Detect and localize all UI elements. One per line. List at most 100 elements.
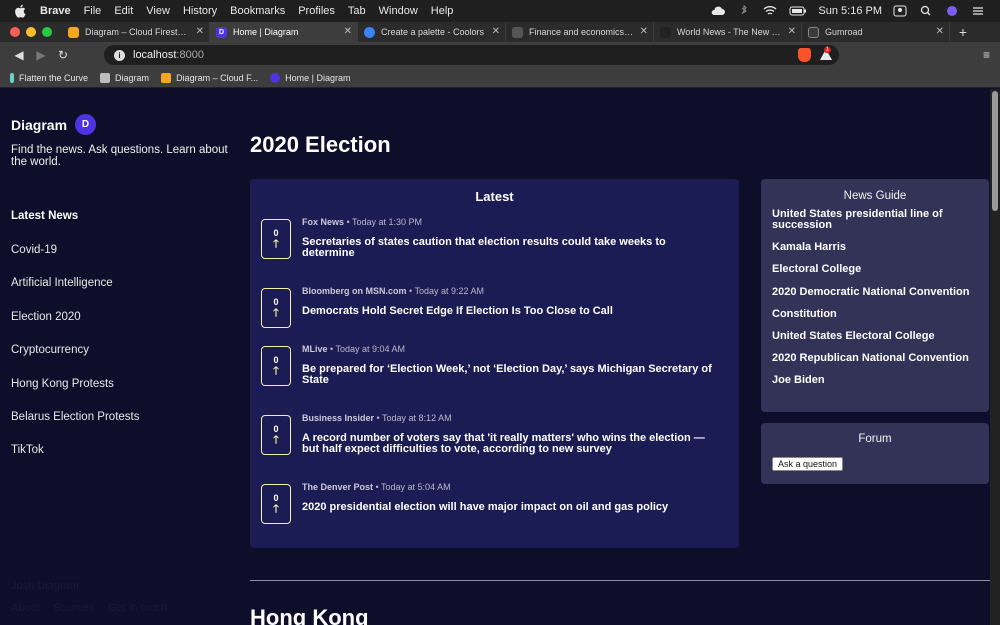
diagram-d-icon: D bbox=[216, 26, 227, 38]
bookmark-flatten-curve[interactable]: Flatten the Curve bbox=[10, 72, 88, 83]
menu-app-brave[interactable]: Brave bbox=[40, 5, 71, 17]
tab-firestore[interactable]: Diagram – Cloud Firestore – ✕ bbox=[62, 22, 210, 42]
forward-arrow-icon[interactable]: ▶ bbox=[30, 48, 52, 62]
tab-nyt[interactable]: World News - The New York ✕ bbox=[654, 22, 802, 42]
guide-item[interactable]: 2020 Republican National Convention bbox=[772, 353, 978, 364]
address-bar[interactable]: i localhost:8000 1 bbox=[104, 45, 839, 65]
article-title[interactable]: Secretaries of states caution that elect… bbox=[302, 237, 712, 259]
latest-card: Latest 0 🡑 Fox News • Today at 1:30 PM Se… bbox=[250, 179, 739, 548]
footer-link-about[interactable]: About bbox=[11, 602, 40, 614]
tab-coolors[interactable]: Create a palette - Coolors ✕ bbox=[358, 22, 506, 42]
upvote-button[interactable]: 0 🡑 bbox=[261, 219, 291, 259]
wifi-icon[interactable] bbox=[762, 5, 778, 17]
guide-item[interactable]: Kamala Harris bbox=[772, 242, 978, 253]
new-tab-button[interactable]: + bbox=[950, 24, 976, 40]
tab-gumroad[interactable]: Gumroad ✕ bbox=[802, 22, 950, 42]
menu-window[interactable]: Window bbox=[379, 5, 418, 17]
apple-icon[interactable] bbox=[14, 4, 26, 18]
menu-help[interactable]: Help bbox=[431, 5, 454, 17]
siri-icon[interactable] bbox=[944, 5, 960, 17]
article-title[interactable]: A record number of voters say that 'it r… bbox=[302, 433, 712, 455]
sidebar-item-belarus[interactable]: Belarus Election Protests bbox=[11, 411, 139, 444]
upvote-button[interactable]: 0 🡑 bbox=[261, 415, 291, 455]
article-source[interactable]: Business Insider bbox=[302, 413, 374, 423]
page-scrollbar[interactable] bbox=[990, 89, 1000, 625]
tagline: Find the news. Ask questions. Learn abou… bbox=[11, 144, 228, 168]
footer-link-sources[interactable]: Sources bbox=[54, 602, 94, 614]
tab-title: Home | Diagram bbox=[233, 27, 299, 37]
article-source[interactable]: MLive bbox=[302, 344, 328, 354]
zoom-window-button[interactable] bbox=[42, 27, 52, 37]
menubar-clock[interactable]: Sun 5:16 PM bbox=[818, 5, 882, 17]
guide-item[interactable]: Constitution bbox=[772, 308, 978, 320]
sidebar-item-election[interactable]: Election 2020 bbox=[11, 311, 139, 344]
ask-question-button[interactable]: Ask a question bbox=[772, 457, 844, 471]
article-source[interactable]: The Denver Post bbox=[302, 482, 373, 492]
sidebar-item-tiktok[interactable]: TikTok bbox=[11, 444, 139, 477]
notification-center-icon[interactable] bbox=[970, 5, 986, 17]
battery-icon[interactable] bbox=[788, 5, 808, 17]
user-switch-icon[interactable] bbox=[892, 5, 908, 17]
bookmark-home-diagram[interactable]: Home | Diagram bbox=[270, 72, 350, 83]
brave-rewards-icon[interactable]: 1 bbox=[819, 47, 833, 61]
reload-icon[interactable]: ↻ bbox=[52, 48, 74, 62]
minimize-window-button[interactable] bbox=[26, 27, 36, 37]
sidebar-item-covid[interactable]: Covid-19 bbox=[11, 244, 139, 277]
tab-home-diagram[interactable]: D Home | Diagram ✕ bbox=[210, 22, 358, 42]
menu-edit[interactable]: Edit bbox=[114, 5, 133, 17]
bookmark-firestore[interactable]: Diagram – Cloud F... bbox=[161, 72, 259, 83]
brand[interactable]: Diagram D bbox=[11, 114, 97, 135]
menu-tab[interactable]: Tab bbox=[348, 5, 366, 17]
upvote-button[interactable]: 0 🡑 bbox=[261, 484, 291, 524]
article-meta: Fox News • Today at 1:30 PM bbox=[302, 217, 423, 227]
guide-item[interactable]: United States presidential line of succe… bbox=[772, 209, 978, 231]
close-tab-icon[interactable]: ✕ bbox=[640, 26, 648, 37]
tab-title: World News - The New York bbox=[677, 27, 783, 37]
close-tab-icon[interactable]: ✕ bbox=[936, 26, 944, 37]
sidebar-item-ai[interactable]: Artificial Intelligence bbox=[11, 277, 139, 310]
menu-history[interactable]: History bbox=[183, 5, 217, 17]
back-arrow-icon[interactable]: ◀ bbox=[8, 48, 30, 62]
menu-view[interactable]: View bbox=[146, 5, 170, 17]
menu-file[interactable]: File bbox=[84, 5, 102, 17]
menu-profiles[interactable]: Profiles bbox=[298, 5, 335, 17]
bookmark-diagram-folder[interactable]: Diagram bbox=[100, 72, 149, 83]
article-title[interactable]: Be prepared for ‘Election Week,’ not ‘El… bbox=[302, 364, 712, 386]
close-tab-icon[interactable]: ✕ bbox=[344, 26, 352, 37]
close-tab-icon[interactable]: ✕ bbox=[196, 26, 204, 37]
bluetooth-icon[interactable] bbox=[736, 5, 752, 17]
tab-title: Gumroad bbox=[825, 27, 863, 37]
bookmark-label: Diagram – Cloud F... bbox=[176, 72, 259, 83]
scrollbar-thumb[interactable] bbox=[992, 91, 998, 211]
article-title[interactable]: 2020 presidential election will have maj… bbox=[302, 502, 712, 513]
article-time: Today at 8:12 AM bbox=[382, 413, 452, 423]
footer-link-contact[interactable]: Get in touch bbox=[108, 602, 167, 614]
brand-logo[interactable]: D bbox=[75, 114, 97, 135]
article-source[interactable]: Fox News bbox=[302, 217, 344, 227]
brand-name[interactable]: Diagram bbox=[11, 117, 67, 133]
close-tab-icon[interactable]: ✕ bbox=[492, 26, 500, 37]
close-window-button[interactable] bbox=[10, 27, 20, 37]
close-tab-icon[interactable]: ✕ bbox=[788, 26, 796, 37]
menu-bookmarks[interactable]: Bookmarks bbox=[230, 5, 285, 17]
topic-list: Covid-19 Artificial Intelligence Electio… bbox=[11, 244, 139, 478]
brave-shields-icon[interactable] bbox=[798, 48, 811, 62]
macos-menu-bar: Brave File Edit View History Bookmarks P… bbox=[0, 0, 1000, 22]
browser-menu-icon[interactable]: ≡ bbox=[983, 48, 990, 62]
upvote-button[interactable]: 0 🡑 bbox=[261, 346, 291, 386]
guide-item[interactable]: Electoral College bbox=[772, 264, 978, 275]
cloud-icon[interactable] bbox=[710, 5, 726, 17]
article-time: Today at 1:30 PM bbox=[352, 217, 423, 227]
sidebar-item-crypto[interactable]: Cryptocurrency bbox=[11, 344, 139, 377]
guide-item[interactable]: Joe Biden bbox=[772, 375, 978, 386]
upvote-button[interactable]: 0 🡑 bbox=[261, 288, 291, 328]
tab-qz[interactable]: Finance and economics — Q ✕ bbox=[506, 22, 654, 42]
article-source[interactable]: Bloomberg on MSN.com bbox=[302, 286, 407, 296]
spotlight-search-icon[interactable] bbox=[918, 5, 934, 17]
article-title[interactable]: Democrats Hold Secret Edge If Election I… bbox=[302, 306, 712, 317]
guide-item[interactable]: United States Electoral College bbox=[772, 330, 978, 342]
news-guide-card: News Guide United States presidential li… bbox=[761, 179, 989, 412]
sidebar-item-hong-kong[interactable]: Hong Kong Protests bbox=[11, 378, 139, 411]
guide-item[interactable]: 2020 Democratic National Convention bbox=[772, 286, 978, 298]
site-info-icon[interactable]: i bbox=[114, 49, 125, 61]
